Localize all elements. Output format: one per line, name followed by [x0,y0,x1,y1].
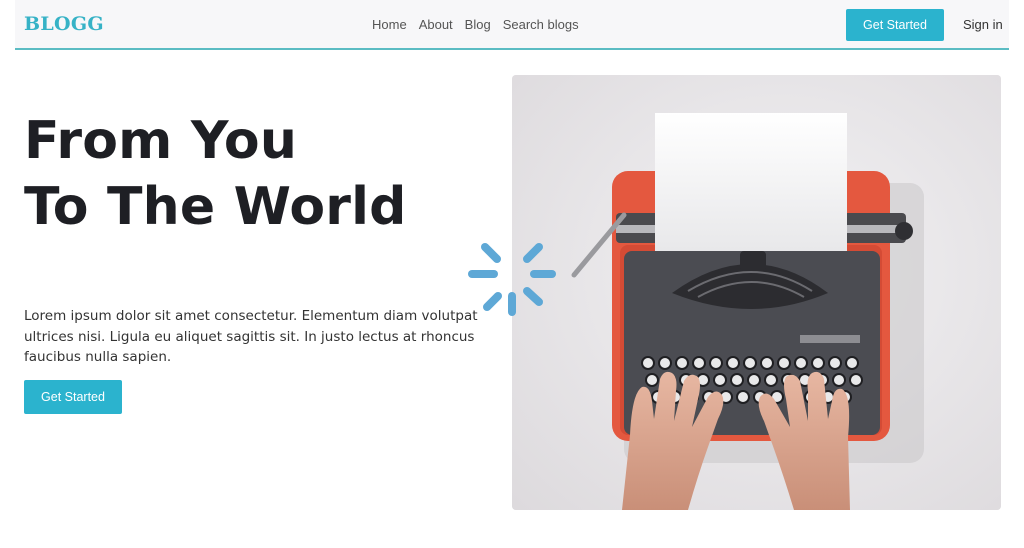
nav-get-started-button[interactable]: Get Started [846,9,944,41]
spinner-icon [464,238,560,322]
brand-logo[interactable]: BLOGG [24,13,104,35]
hero-title-line-1: From You [24,111,298,171]
sign-in-link[interactable]: Sign in [963,17,1003,32]
hero-image-typewriter [512,75,1001,510]
top-navbar: BLOGG Home About Blog Search blogs Get S… [15,0,1009,50]
nav-link-search-blogs[interactable]: Search blogs [503,17,579,32]
hero-title-line-2: To The World [24,177,407,237]
hero-description: Lorem ipsum dolor sit amet consectetur. … [24,308,478,365]
hero-title: From You To The World [24,108,407,240]
nav-link-blog[interactable]: Blog [465,17,491,32]
nav-links: Home About Blog Search blogs [372,17,579,32]
hero-get-started-button[interactable]: Get Started [24,380,122,414]
nav-link-home[interactable]: Home [372,17,407,32]
nav-link-about[interactable]: About [419,17,453,32]
